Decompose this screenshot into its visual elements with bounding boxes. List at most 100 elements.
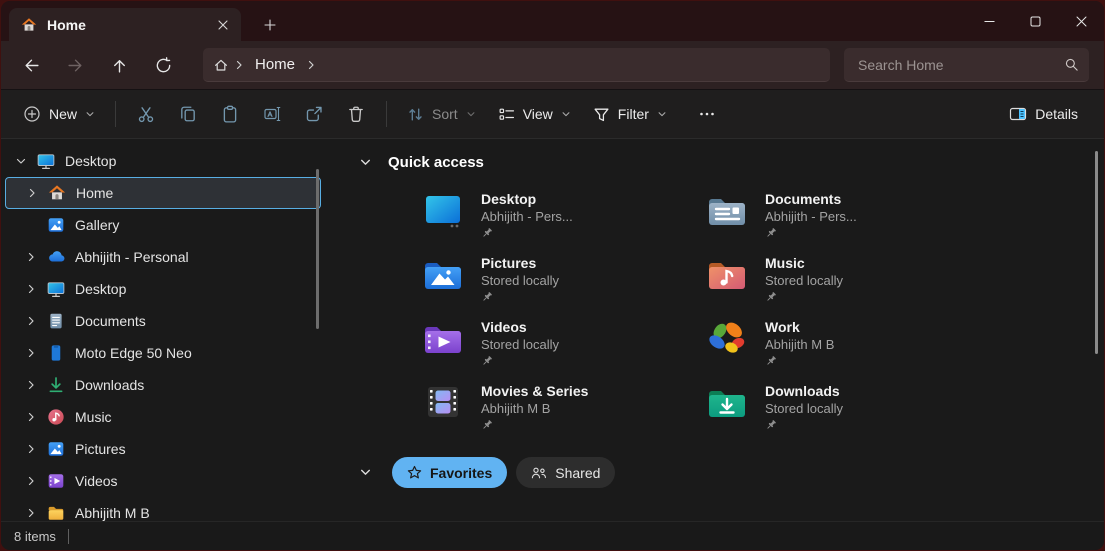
quick-access-item-movies-series[interactable]: Movies & Series Abhijith M B bbox=[421, 380, 705, 444]
address-bar[interactable]: Home bbox=[203, 48, 830, 82]
sort-button[interactable]: Sort bbox=[397, 96, 486, 132]
forward-button[interactable] bbox=[53, 47, 97, 83]
sidebar-item-home[interactable]: Home bbox=[5, 177, 321, 209]
chevron-down-icon[interactable] bbox=[355, 463, 375, 483]
window-controls bbox=[966, 1, 1104, 41]
videos-folder-icon bbox=[421, 316, 465, 360]
onedrive-cloud-icon bbox=[47, 248, 65, 266]
star-icon bbox=[407, 465, 422, 480]
file-explorer-window: Home bbox=[1, 1, 1104, 550]
folder-icon bbox=[47, 504, 65, 521]
search-icon[interactable] bbox=[1064, 57, 1079, 72]
up-button[interactable] bbox=[97, 47, 141, 83]
breadcrumb-chevron-icon[interactable] bbox=[233, 59, 245, 71]
rename-button[interactable] bbox=[252, 96, 292, 132]
sidebar-item-abhijith-m-b[interactable]: Abhijith M B bbox=[5, 497, 321, 521]
sidebar-item-music[interactable]: Music bbox=[5, 401, 321, 433]
chevron-right-icon[interactable] bbox=[23, 409, 39, 425]
quick-access-item-downloads[interactable]: Downloads Stored locally bbox=[705, 380, 989, 444]
film-strip-icon bbox=[421, 380, 465, 424]
quick-access-item-desktop[interactable]: Desktop Abhijith - Pers... bbox=[421, 188, 705, 252]
chevron-down-icon[interactable] bbox=[355, 152, 375, 172]
new-plus-icon bbox=[23, 105, 41, 123]
filter-label: Filter bbox=[618, 106, 649, 122]
delete-button[interactable] bbox=[336, 96, 376, 132]
sidebar-item-pictures[interactable]: Pictures bbox=[5, 433, 321, 465]
chevron-right-icon[interactable] bbox=[23, 345, 39, 361]
chevron-right-icon[interactable] bbox=[23, 441, 39, 457]
new-button[interactable]: New bbox=[13, 96, 105, 132]
sort-label: Sort bbox=[432, 106, 458, 122]
items-count: 8 items bbox=[14, 529, 56, 544]
quick-access-item-work[interactable]: Work Abhijith M B bbox=[705, 316, 989, 380]
pin-icon bbox=[481, 355, 559, 367]
sidebar-item-label: Desktop bbox=[65, 153, 116, 169]
sidebar-item-label: Moto Edge 50 Neo bbox=[75, 345, 192, 361]
chevron-placeholder bbox=[23, 217, 39, 233]
favorites-pill[interactable]: Favorites bbox=[392, 457, 507, 488]
sidebar-scrollbar[interactable] bbox=[316, 169, 319, 329]
chevron-right-icon[interactable] bbox=[24, 185, 40, 201]
sidebar-item-moto-edge-50-neo[interactable]: Moto Edge 50 Neo bbox=[5, 337, 321, 369]
breadcrumb-home-icon[interactable] bbox=[213, 57, 229, 73]
chevron-right-icon[interactable] bbox=[23, 249, 39, 265]
home-icon bbox=[48, 184, 66, 202]
tab-home[interactable]: Home bbox=[9, 8, 241, 41]
search-box[interactable] bbox=[844, 48, 1089, 82]
item-title: Desktop bbox=[481, 190, 573, 208]
view-label: View bbox=[523, 106, 553, 122]
chevron-right-icon[interactable] bbox=[23, 505, 39, 521]
search-input[interactable] bbox=[858, 57, 1064, 73]
sidebar-item-videos[interactable]: Videos bbox=[5, 465, 321, 497]
chevron-down-icon bbox=[85, 109, 95, 119]
item-title: Work bbox=[765, 318, 834, 336]
chevron-right-icon[interactable] bbox=[23, 281, 39, 297]
sidebar-item-gallery[interactable]: Gallery bbox=[5, 209, 321, 241]
back-button[interactable] bbox=[9, 47, 53, 83]
navigation-pane: Desktop Home Gallery Abhijith - Personal bbox=[1, 139, 331, 521]
chevron-down-icon[interactable] bbox=[13, 153, 29, 169]
statusbar-divider bbox=[68, 529, 69, 544]
sidebar-item-downloads[interactable]: Downloads bbox=[5, 369, 321, 401]
new-tab-button[interactable] bbox=[255, 11, 285, 39]
sidebar-item-desktop[interactable]: Desktop bbox=[5, 273, 321, 305]
sidebar-item-desktop-root[interactable]: Desktop bbox=[5, 145, 321, 177]
close-button[interactable] bbox=[1058, 1, 1104, 41]
main-scrollbar[interactable] bbox=[1095, 151, 1098, 354]
refresh-button[interactable] bbox=[141, 47, 185, 83]
msn-butterfly-icon bbox=[705, 316, 749, 360]
navigation-bar: Home bbox=[1, 41, 1104, 89]
tab-title: Home bbox=[47, 17, 211, 33]
minimize-button[interactable] bbox=[966, 1, 1012, 41]
paste-button[interactable] bbox=[210, 96, 250, 132]
quick-access-item-documents[interactable]: Documents Abhijith - Pers... bbox=[705, 188, 989, 252]
chevron-right-icon[interactable] bbox=[23, 313, 39, 329]
maximize-button[interactable] bbox=[1012, 1, 1058, 41]
copy-button[interactable] bbox=[168, 96, 208, 132]
item-title: Downloads bbox=[765, 382, 843, 400]
quick-access-item-music[interactable]: Music Stored locally bbox=[705, 252, 989, 316]
tab-close-icon[interactable] bbox=[211, 13, 235, 37]
sidebar-item-onedrive-personal[interactable]: Abhijith - Personal bbox=[5, 241, 321, 273]
downloads-folder-icon bbox=[705, 380, 749, 424]
pin-icon bbox=[481, 419, 588, 431]
breadcrumb-chevron-icon[interactable] bbox=[305, 59, 317, 71]
details-button[interactable]: Details bbox=[999, 96, 1088, 132]
view-button[interactable]: View bbox=[488, 96, 581, 132]
shared-pill[interactable]: Shared bbox=[516, 457, 615, 488]
sidebar-item-label: Abhijith - Personal bbox=[75, 249, 189, 265]
sidebar-item-documents[interactable]: Documents bbox=[5, 305, 321, 337]
cut-button[interactable] bbox=[126, 96, 166, 132]
quick-access-item-videos[interactable]: Videos Stored locally bbox=[421, 316, 705, 380]
more-options-button[interactable] bbox=[687, 96, 727, 132]
chevron-right-icon[interactable] bbox=[23, 377, 39, 393]
share-button[interactable] bbox=[294, 96, 334, 132]
item-subtitle: Stored locally bbox=[481, 272, 559, 289]
download-arrow-icon bbox=[47, 376, 65, 394]
pin-icon bbox=[765, 419, 843, 431]
filter-button[interactable]: Filter bbox=[583, 96, 677, 132]
quick-access-item-pictures[interactable]: Pictures Stored locally bbox=[421, 252, 705, 316]
breadcrumb-home[interactable]: Home bbox=[249, 56, 301, 73]
details-pane-icon bbox=[1009, 105, 1027, 123]
chevron-right-icon[interactable] bbox=[23, 473, 39, 489]
